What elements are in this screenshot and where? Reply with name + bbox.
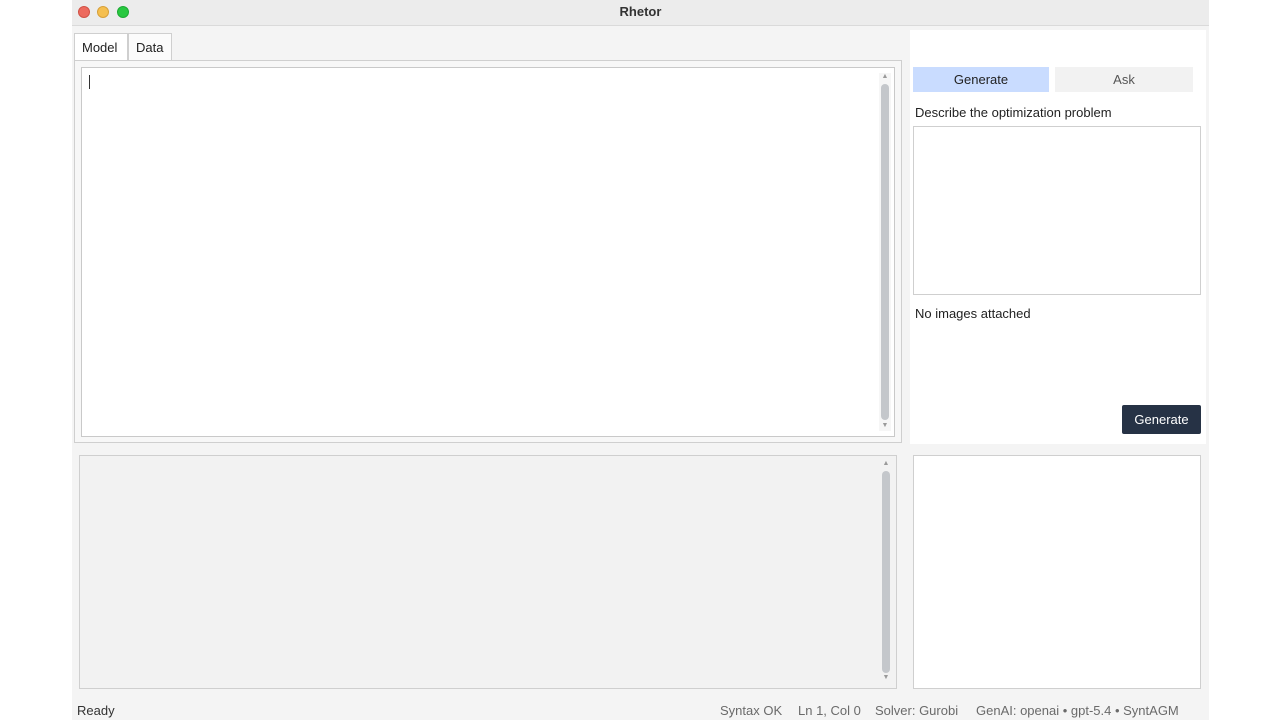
scroll-down-icon[interactable]: ▼ bbox=[882, 674, 890, 682]
tab-model[interactable]: Model bbox=[74, 33, 128, 60]
assistant-panel: Generate Ask Describe the optimization p… bbox=[910, 30, 1206, 444]
status-bar: Ready Syntax OK Ln 1, Col 0 Solver: Guro… bbox=[72, 698, 1209, 720]
editor-frame: ▲ ▼ bbox=[74, 60, 902, 443]
tab-data[interactable]: Data bbox=[128, 33, 172, 60]
problem-description-input[interactable] bbox=[913, 126, 1201, 295]
output-scroll-thumb[interactable] bbox=[882, 471, 890, 673]
status-syntax: Syntax OK bbox=[720, 703, 783, 718]
scroll-up-icon[interactable]: ▲ bbox=[882, 460, 890, 468]
status-solver: Solver: Gurobi bbox=[875, 703, 959, 718]
prompt-label: Describe the optimization problem bbox=[915, 105, 1112, 120]
mode-ask-tab[interactable]: Ask bbox=[1055, 67, 1193, 92]
status-state: Ready bbox=[77, 703, 115, 718]
generate-button[interactable]: Generate bbox=[1122, 405, 1201, 434]
editor-scroll-thumb[interactable] bbox=[881, 84, 889, 420]
status-genai: GenAI: openai • gpt-5.4 • SyntAGM bbox=[976, 703, 1179, 718]
app-window: Rhetor Model Data ▲ ▼ Generate Ask Descr… bbox=[72, 0, 1209, 720]
scroll-down-icon[interactable]: ▼ bbox=[881, 422, 889, 430]
status-cursor: Ln 1, Col 0 bbox=[798, 703, 861, 718]
scroll-up-icon[interactable]: ▲ bbox=[881, 73, 889, 81]
output-scrollbar[interactable]: ▲ ▼ bbox=[880, 460, 892, 684]
images-status: No images attached bbox=[915, 306, 1031, 321]
output-console[interactable]: ▲ ▼ bbox=[79, 455, 897, 689]
model-editor[interactable] bbox=[81, 67, 895, 437]
text-caret bbox=[89, 75, 90, 89]
mode-generate-tab[interactable]: Generate bbox=[913, 67, 1049, 92]
side-output-box[interactable] bbox=[913, 455, 1201, 689]
title-bar: Rhetor bbox=[72, 0, 1209, 26]
editor-scrollbar[interactable]: ▲ ▼ bbox=[879, 73, 891, 431]
window-title: Rhetor bbox=[619, 4, 662, 19]
